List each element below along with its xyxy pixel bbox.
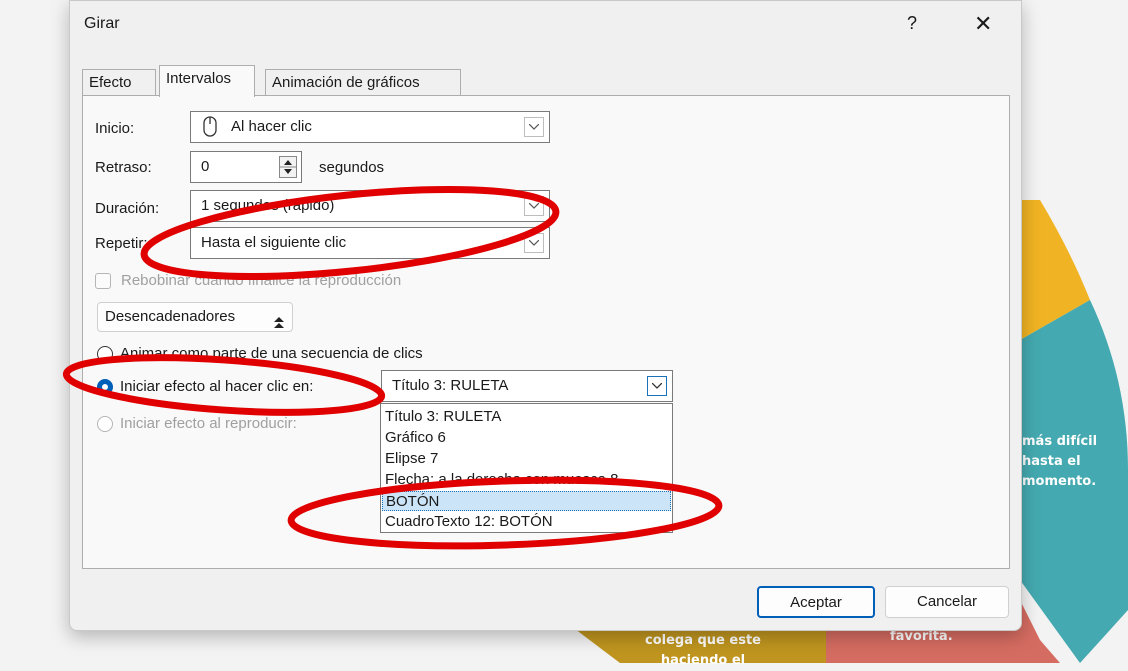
radio-iniciar-clic[interactable] (97, 379, 113, 395)
spinner-arrows-icon[interactable] (279, 156, 297, 178)
retraso-spinner[interactable]: 0 (190, 151, 302, 183)
dropdown-item[interactable]: Flecha: a la derecha con muesca 8 (382, 470, 671, 490)
wheel-text-bottom-left: colega que este haciendo el (644, 633, 761, 668)
retraso-value: 0 (201, 158, 210, 175)
chevron-down-icon (524, 233, 544, 253)
help-button[interactable]: ? (907, 13, 917, 34)
tab-intervalos[interactable]: Intervalos (159, 65, 255, 97)
tab-animacion-graficos[interactable]: Animación de gráficos (265, 69, 461, 96)
radio-iniciar-clic-label: Iniciar efecto al hacer clic en: (120, 378, 314, 395)
dropdown-item[interactable]: Gráfico 6 (382, 428, 671, 448)
radio-iniciar-reproducir-label: Iniciar efecto al reproducir: (120, 415, 297, 432)
wheel-text-right: más difícil hasta el momento. (1022, 434, 1098, 489)
rebobinar-checkbox[interactable] (95, 273, 111, 289)
repetir-value: Hasta el siguiente clic (201, 234, 347, 251)
chevron-down-icon (647, 376, 667, 396)
dropdown-item[interactable]: Elipse 7 (382, 449, 671, 469)
chevron-down-icon (524, 117, 544, 137)
click-target-select[interactable]: Título 3: RULETA (381, 370, 673, 402)
cancelar-button[interactable]: Cancelar (885, 586, 1009, 618)
chevron-down-icon (524, 196, 544, 216)
dropdown-item[interactable]: Título 3: RULETA (382, 407, 671, 427)
dialog-title: Girar (84, 15, 120, 32)
animation-dialog: Girar ? ✕ Efecto Intervalos Animación de… (69, 0, 1022, 631)
duracion-value: 1 segundos (rápido) (201, 197, 335, 214)
tab-efecto[interactable]: Efecto (82, 69, 156, 96)
click-target-value: Título 3: RULETA (392, 377, 509, 394)
inicio-value: Al hacer clic (231, 118, 312, 135)
retraso-label: Retraso: (95, 159, 152, 176)
retraso-unit: segundos (319, 159, 385, 176)
close-button[interactable]: ✕ (974, 11, 992, 37)
mouse-icon (203, 116, 217, 142)
aceptar-button[interactable]: Aceptar (757, 586, 875, 618)
repetir-select[interactable]: Hasta el siguiente clic (190, 227, 550, 259)
duracion-label: Duración: (95, 200, 160, 217)
radio-secuencia-clics[interactable] (97, 346, 113, 362)
inicio-select[interactable]: Al hacer clic (190, 111, 550, 143)
repetir-label: Repetir: (95, 235, 148, 252)
inicio-label: Inicio: (95, 120, 135, 137)
dropdown-item-selected[interactable]: BOTÓN (382, 491, 671, 511)
radio-iniciar-reproducir[interactable] (97, 416, 113, 432)
desencadenadores-button[interactable]: Desencadenadores (97, 302, 293, 332)
double-chevron-up-icon (274, 311, 284, 339)
rebobinar-label: Rebobinar cuando finalice la reproducció… (121, 272, 402, 289)
duracion-select[interactable]: 1 segundos (rápido) (190, 190, 550, 222)
dropdown-item[interactable]: CuadroTexto 12: BOTÓN (382, 512, 671, 532)
radio-secuencia-label: Animar como parte de una secuencia de cl… (120, 345, 423, 362)
click-target-dropdown: Título 3: RULETA Gráfico 6 Elipse 7 Flec… (380, 403, 673, 533)
